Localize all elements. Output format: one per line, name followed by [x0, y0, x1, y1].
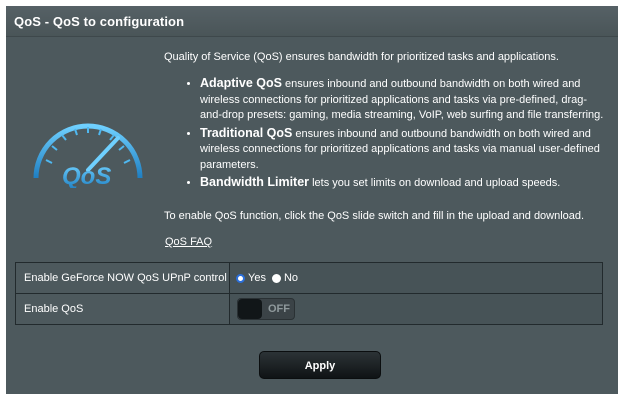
- list-item: Adaptive QoS ensures inbound and outboun…: [200, 76, 604, 124]
- title-bar: QoS - QoS to configuration: [6, 6, 618, 37]
- intro-section: Quality of Service (QoS) ensures bandwid…: [164, 50, 604, 194]
- geforce-qos-radio-group: Yes No: [230, 272, 602, 284]
- page-title: QoS - QoS to configuration: [14, 14, 185, 29]
- feature-term: Adaptive QoS: [200, 76, 282, 90]
- settings-table: Enable GeForce NOW QoS UPnP control Yes …: [15, 262, 603, 325]
- switch-state: OFF: [268, 303, 290, 315]
- enable-qos-switch[interactable]: OFF: [237, 298, 295, 320]
- no-label: No: [283, 272, 299, 284]
- enable-qos-label: Enable QoS: [15, 293, 230, 325]
- qos-faq-link[interactable]: QoS FAQ: [165, 236, 212, 248]
- feature-term: Traditional QoS: [200, 125, 293, 140]
- enable-note: To enable QoS function, click the QoS sl…: [164, 210, 585, 222]
- intro-lead: Quality of Service (QoS) ensures bandwid…: [164, 51, 559, 63]
- apply-button[interactable]: Apply: [259, 351, 381, 379]
- qos-speedometer-icon: QoS: [33, 123, 143, 188]
- yes-radio[interactable]: [236, 273, 245, 283]
- switch-knob[interactable]: [238, 299, 262, 319]
- no-radio[interactable]: [271, 273, 281, 283]
- geforce-qos-label: Enable GeForce NOW QoS UPnP control: [15, 262, 230, 294]
- feature-list: Adaptive QoS ensures inbound and outboun…: [164, 76, 604, 192]
- yes-label: Yes: [248, 272, 266, 284]
- list-item: Traditional QoS ensures inbound and outb…: [200, 126, 604, 174]
- feature-desc: lets you set limits on download and uplo…: [309, 177, 561, 189]
- logo-text: QoS: [62, 163, 111, 188]
- feature-term: Bandwidth Limiter: [200, 175, 310, 189]
- table-row: Enable GeForce NOW QoS UPnP control Yes …: [15, 262, 603, 294]
- list-item: Bandwidth Limiter lets you set limits on…: [200, 175, 604, 192]
- table-row: Enable QoS OFF: [15, 293, 603, 325]
